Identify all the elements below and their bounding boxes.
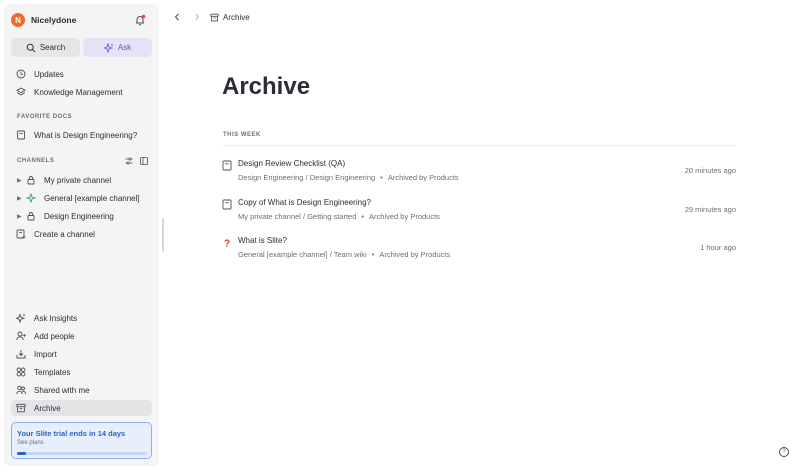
sidebar-item-add-people[interactable]: Add people xyxy=(11,328,152,344)
sidebar-item-label: My private channel xyxy=(44,175,112,185)
trial-banner[interactable]: Your Slite trial ends in 14 days See pla… xyxy=(11,422,152,459)
workspace-logo: N xyxy=(11,13,25,27)
lock-icon xyxy=(26,175,42,185)
help-button[interactable]: ? xyxy=(779,447,789,457)
caret-right-icon[interactable]: ▶ xyxy=(17,195,23,202)
archive-row[interactable]: ? What is Slite? General [example channe… xyxy=(222,236,736,266)
users-icon xyxy=(16,385,32,395)
notification-bell-icon[interactable] xyxy=(133,13,147,27)
separator: • xyxy=(371,250,375,259)
archive-row-archived-by: Archived by Products xyxy=(387,173,459,182)
lock-icon xyxy=(26,211,42,221)
archive-icon xyxy=(210,13,219,21)
favorite-doc-item[interactable]: What is Design Engineering? xyxy=(11,127,152,143)
page-title: Archive xyxy=(222,73,311,100)
sidebar-item-label: Ask Insights xyxy=(34,313,78,323)
sidebar-item-label: Knowledge Management xyxy=(34,87,123,97)
sidebar-item-label: Design Engineering xyxy=(44,211,114,221)
archive-row-title: Design Review Checklist (QA) xyxy=(238,159,346,168)
archive-row-path: My private channel / Getting started xyxy=(238,212,357,221)
sidebar-item-shared-with-me[interactable]: Shared with me xyxy=(11,382,152,398)
doc-icon xyxy=(222,160,232,171)
sparkle-star-icon xyxy=(26,193,42,203)
archive-row-meta: My private channel / Getting started • Arc… xyxy=(238,212,440,221)
sidebar-item-import[interactable]: Import xyxy=(11,346,152,362)
sidebar-item-ask-insights[interactable]: Ask Insights xyxy=(11,310,152,326)
ask-button-label: Ask xyxy=(117,43,132,52)
archive-icon xyxy=(16,403,32,413)
archive-row-archived-by: Archived by Products xyxy=(369,212,440,221)
layers-icon xyxy=(16,87,32,97)
sidebar-item-design-engineering[interactable]: ▶ Design Engineering xyxy=(11,208,152,224)
caret-right-icon[interactable]: ▶ xyxy=(17,213,23,220)
see-plans-link[interactable]: See plans xyxy=(17,440,44,446)
trial-progress-bar xyxy=(17,452,147,455)
sparkle-icon xyxy=(103,42,114,53)
back-arrow-icon[interactable] xyxy=(170,10,184,24)
section-heading: THIS WEEK xyxy=(223,132,261,138)
sidebar-item-label: Updates xyxy=(34,69,64,79)
sidebar-panel-icon[interactable] xyxy=(140,157,148,165)
archive-row[interactable]: Design Review Checklist (QA) Design Engi… xyxy=(222,159,736,189)
divider xyxy=(223,145,736,146)
archive-row-time: 29 minutes ago xyxy=(684,205,736,214)
add-user-icon xyxy=(16,331,32,341)
channel-tools xyxy=(125,157,148,165)
add-channel-icon xyxy=(16,229,32,239)
clock-icon xyxy=(16,69,32,79)
breadcrumb[interactable]: Archive xyxy=(210,13,250,22)
separator: • xyxy=(361,212,365,221)
search-button-label: Search xyxy=(39,43,66,52)
sidebar-item-updates[interactable]: Updates xyxy=(11,66,152,82)
top-bar: Archive xyxy=(170,10,250,24)
sidebar-item-label: What is Design Engineering? xyxy=(34,130,138,140)
search-icon xyxy=(26,43,36,52)
archive-row-title: Copy of What is Design Engineering? xyxy=(238,198,371,207)
create-channel-button[interactable]: Create a channel xyxy=(11,226,152,242)
archive-row[interactable]: Copy of What is Design Engineering? My p… xyxy=(222,198,736,228)
sidebar-item-private-channel[interactable]: ▶ My private channel xyxy=(11,172,152,188)
sidebar-item-label: Create a channel xyxy=(34,229,95,239)
archive-row-title: What is Slite? xyxy=(238,236,287,245)
sidebar-item-templates[interactable]: Templates xyxy=(11,364,152,380)
sidebar-item-knowledge[interactable]: Knowledge Management xyxy=(11,84,152,100)
ask-button[interactable]: Ask xyxy=(83,38,152,57)
trial-title: Your Slite trial ends in 14 days xyxy=(17,429,126,438)
caret-right-icon[interactable]: ▶ xyxy=(17,177,23,184)
archive-row-meta: General [example channel] / Team wiki • Ar… xyxy=(238,250,450,259)
archive-row-meta: Design Engineering / Design Engineering •… xyxy=(238,173,459,182)
separator: • xyxy=(380,173,383,182)
import-icon xyxy=(16,349,32,359)
breadcrumb-label: Archive xyxy=(223,12,250,22)
archive-row-path: General [example channel] / Team wiki xyxy=(238,250,367,259)
favorite-docs-heading: FAVORITE DOCS xyxy=(17,114,73,120)
sidebar-item-label: Add people xyxy=(34,331,75,341)
archive-row-time: 20 minutes ago xyxy=(684,166,736,175)
question-icon: ? xyxy=(224,239,230,249)
templates-icon xyxy=(16,367,32,377)
archive-row-time: 1 hour ago xyxy=(700,243,736,252)
sidebar-item-label: Import xyxy=(34,349,57,359)
doc-icon xyxy=(222,199,232,210)
sidebar-item-label: General [example channel] xyxy=(44,193,140,203)
workspace-name: Nicelydone xyxy=(31,15,77,25)
sparkle-icon xyxy=(16,313,32,323)
forward-arrow-icon[interactable] xyxy=(190,10,204,24)
sidebar-item-archive[interactable]: Archive xyxy=(11,400,152,416)
trial-progress-fill xyxy=(17,452,27,455)
search-button[interactable]: Search xyxy=(11,38,80,57)
sidebar-item-label: Shared with me xyxy=(34,385,90,395)
sidebar-item-general-channel[interactable]: ▶ General [example channel] xyxy=(11,190,152,206)
archive-row-archived-by: Archived by Products xyxy=(379,250,451,259)
doc-icon xyxy=(16,130,32,140)
channels-heading: CHANNELS xyxy=(17,158,55,164)
sidebar-item-label: Archive xyxy=(34,403,61,413)
workspace-switcher[interactable]: N Nicelydone xyxy=(11,11,147,29)
filter-icon[interactable] xyxy=(125,157,133,165)
svg-text:?: ? xyxy=(224,239,230,249)
sidebar-item-label: Templates xyxy=(34,367,71,377)
archive-row-path: Design Engineering / Design Engineering xyxy=(238,173,376,182)
sidebar-resize-handle[interactable] xyxy=(162,218,166,252)
